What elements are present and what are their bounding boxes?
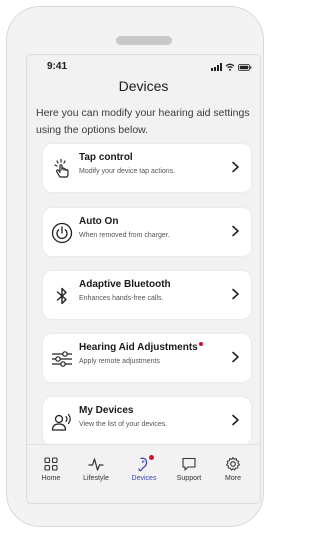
devices-alert-dot [149, 455, 154, 460]
page-title: Devices [118, 78, 169, 94]
adaptive-bluetooth-card[interactable]: Adaptive Bluetooth Enhances hands-free c… [43, 271, 251, 319]
my-devices-title: My Devices [79, 405, 134, 416]
tab-devices[interactable]: Devices [124, 455, 164, 482]
alert-dot [198, 342, 203, 346]
adaptive-bluetooth-title: Adaptive Bluetooth [79, 279, 171, 290]
tab-devices-label: Devices [131, 475, 157, 482]
sliders-icon [52, 351, 72, 367]
chevron-right-icon [232, 225, 239, 237]
tap-control-card[interactable]: Tap control Modify your device tap actio… [43, 144, 251, 192]
tap-hand-icon [54, 158, 69, 178]
hearing-aid-adjustments-subtitle: Apply remote adjustments [79, 358, 160, 365]
tab-lifestyle-label: Lifestyle [83, 475, 109, 482]
chevron-right-icon [232, 288, 239, 300]
intro-text: Here you can modify your hearing aid set… [36, 107, 250, 136]
status-icons [211, 63, 252, 71]
auto-on-card[interactable]: Auto On When removed from charger. [43, 208, 251, 256]
chat-icon [182, 457, 196, 471]
chevron-right-icon [232, 161, 239, 173]
my-devices-card[interactable]: My Devices View the list of your devices… [43, 397, 251, 445]
tab-support-label: Support [176, 475, 202, 482]
status-bar: 9:41 [37, 61, 252, 75]
tab-bar: Home Lifestyle Devices Support More [27, 444, 260, 503]
battery-icon [238, 63, 252, 71]
tab-lifestyle[interactable]: Lifestyle [76, 456, 116, 482]
phone-speaker [116, 36, 172, 45]
adaptive-bluetooth-subtitle: Enhances hands-free calls. [79, 295, 164, 302]
hearing-aid-adjustments-card[interactable]: Hearing Aid Adjustments Apply remote adj… [43, 334, 251, 382]
auto-on-title: Auto On [79, 216, 119, 227]
tap-control-subtitle: Modify your device tap actions. [79, 168, 176, 175]
person-sound-icon [51, 413, 71, 431]
tap-control-title: Tap control [79, 152, 133, 163]
gear-icon [226, 457, 240, 471]
my-devices-subtitle: View the list of your devices. [79, 421, 168, 428]
chevron-right-icon [232, 414, 239, 426]
hearing-aid-adjustments-label: Hearing Aid Adjustments [79, 342, 198, 353]
wifi-icon [225, 63, 235, 71]
status-time: 9:41 [47, 61, 68, 72]
hearing-aid-adjustments-title: Hearing Aid Adjustments [79, 342, 203, 353]
grid-icon [44, 457, 58, 471]
power-icon [51, 222, 73, 244]
tab-home-label: Home [41, 475, 61, 482]
app-screen: 9:41 Devices Here you can modify your he… [26, 54, 261, 504]
pulse-icon [88, 458, 104, 471]
auto-on-subtitle: When removed from charger. [79, 232, 170, 239]
tab-more-label: More [225, 475, 241, 482]
chevron-right-icon [232, 351, 239, 363]
signal-icon [211, 63, 222, 71]
tab-more[interactable]: More [213, 456, 253, 482]
bluetooth-icon [56, 287, 67, 305]
tab-support[interactable]: Support [169, 456, 209, 482]
tab-home[interactable]: Home [31, 456, 71, 482]
phone-frame: 9:41 Devices Here you can modify your he… [6, 6, 264, 527]
